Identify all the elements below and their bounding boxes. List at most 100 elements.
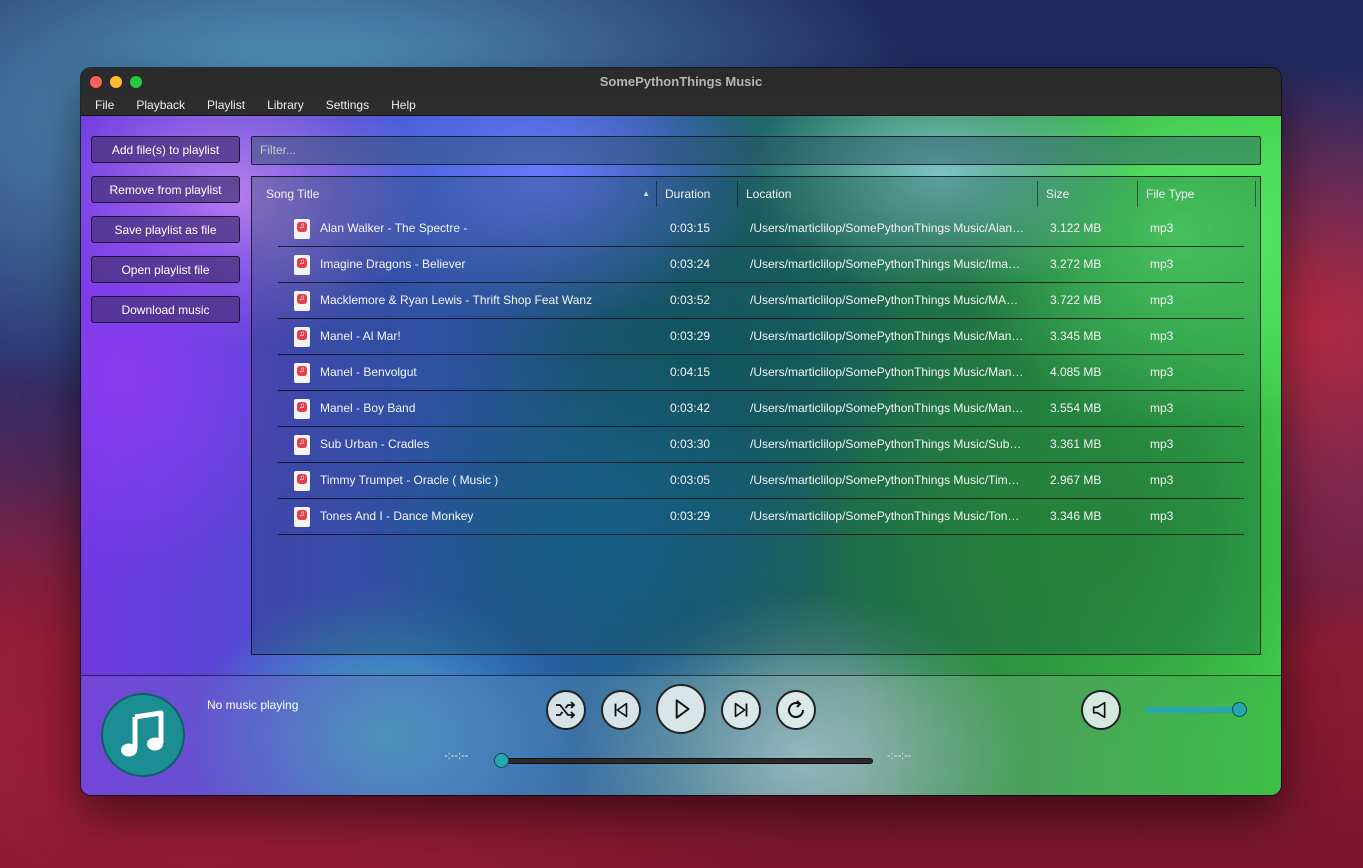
shuffle-button[interactable] [546,690,586,730]
volume-slider[interactable] [1145,702,1247,717]
column-duration[interactable]: Duration [657,181,738,207]
column-file-type[interactable]: File Type [1138,181,1256,207]
size-cell: 3.345 MB [1050,329,1102,343]
song-title-cell: Timmy Trumpet - Oracle ( Music ) [320,473,499,487]
song-title-cell: Alan Walker - The Spectre - [320,221,468,235]
location-cell: /Users/marticlilop/SomePythonThings Musi… [750,329,1024,343]
duration-cell: 0:03:42 [670,401,711,415]
repeat-button[interactable] [776,690,816,730]
save-playlist-button[interactable]: Save playlist as file [91,216,240,243]
shuffle-icon [556,701,576,719]
size-cell: 3.346 MB [1050,509,1102,523]
menu-library[interactable]: Library [267,96,304,115]
location-cell: /Users/marticlilop/SomePythonThings Musi… [750,365,1024,379]
title-bar[interactable]: SomePythonThings Music [81,68,1281,97]
size-cell: 3.272 MB [1050,257,1102,271]
table-row[interactable]: ♫ Timmy Trumpet - Oracle ( Music ) 0:03:05… [278,463,1244,499]
file-type-cell: mp3 [1150,257,1174,271]
table-row[interactable]: ♫ Alan Walker - The Spectre - 0:03:15/User… [278,211,1244,247]
mp3-file-icon: ♫ [294,507,310,527]
progress-slider[interactable] [494,753,873,768]
table-row[interactable]: ♫ Manel - Al Mar! 0:03:29/Users/marticlilo… [278,319,1244,355]
song-title-cell: Sub Urban - Cradles [320,437,430,451]
add-files-button[interactable]: Add file(s) to playlist [91,136,240,163]
music-note-icon [121,710,164,757]
column-label: Song Title [266,187,320,201]
song-title-cell: Macklemore & Ryan Lewis - Thrift Shop Fe… [320,293,593,307]
mp3-file-icon: ♫ [294,363,310,383]
location-cell: /Users/marticlilop/SomePythonThings Musi… [750,257,1021,271]
file-type-cell: mp3 [1150,437,1174,451]
column-location[interactable]: Location [738,181,1038,207]
mp3-file-icon: ♫ [294,291,310,311]
menu-bar: File Playback Playlist Library Settings … [81,96,1281,116]
open-playlist-button[interactable]: Open playlist file [91,256,240,283]
mp3-file-icon: ♫ [294,435,310,455]
file-type-cell: mp3 [1150,401,1174,415]
table-header: Song Title ▲ Duration Location Size File… [258,181,1256,207]
menu-settings[interactable]: Settings [326,96,369,115]
remove-from-playlist-button[interactable]: Remove from playlist [91,176,240,203]
filter-input[interactable]: Filter... [251,136,1261,165]
table-row[interactable]: ♫ Macklemore & Ryan Lewis - Thrift Shop F… [278,283,1244,319]
next-icon [734,702,748,718]
size-cell: 3.122 MB [1050,221,1102,235]
song-title-cell: Manel - Al Mar! [320,329,401,343]
size-cell: 3.722 MB [1050,293,1102,307]
mp3-file-icon: ♫ [294,255,310,275]
volume-icon [1092,701,1106,719]
mp3-file-icon: ♫ [294,399,310,419]
song-title-cell: Manel - Benvolgut [320,365,417,379]
file-type-cell: mp3 [1150,221,1174,235]
column-song-title[interactable]: Song Title ▲ [258,181,657,207]
download-music-button[interactable]: Download music [91,296,240,323]
elapsed-time: -:--:-- [444,750,469,762]
file-type-cell: mp3 [1150,473,1174,487]
size-cell: 3.361 MB [1050,437,1102,451]
duration-cell: 0:03:05 [670,473,711,487]
table-row[interactable]: ♫ Manel - Boy Band 0:03:42/Users/marticlil… [278,391,1244,427]
duration-cell: 0:03:24 [670,257,711,271]
duration-cell: 0:04:15 [670,365,711,379]
volume-handle[interactable] [1232,702,1247,717]
sort-ascending-icon: ▲ [642,189,650,198]
volume-button[interactable] [1081,690,1121,730]
table-row[interactable]: ♫ Sub Urban - Cradles 0:03:30/Users/martic… [278,427,1244,463]
song-title-cell: Tones And I - Dance Monkey [320,509,474,523]
table-row[interactable]: ♫ Imagine Dragons - Believer 0:03:24/Users… [278,247,1244,283]
window-title: SomePythonThings Music [599,74,763,89]
column-size[interactable]: Size [1038,181,1138,207]
playlist-table: Song Title ▲ Duration Location Size File… [251,176,1261,655]
file-type-cell: mp3 [1150,509,1174,523]
location-cell: /Users/marticlilop/SomePythonThings Musi… [750,473,1020,487]
repeat-icon [788,700,805,719]
duration-cell: 0:03:29 [670,329,711,343]
play-button[interactable] [656,684,706,734]
menu-playback[interactable]: Playback [136,96,185,115]
duration-cell: 0:03:52 [670,293,711,307]
progress-handle[interactable] [494,753,509,768]
menu-file[interactable]: File [95,96,114,115]
app-window: SomePythonThings Music File Playback Pla… [81,68,1281,795]
table-row[interactable]: ♫ Tones And I - Dance Monkey 0:03:29/Users… [278,499,1244,535]
mp3-file-icon: ♫ [294,327,310,347]
file-type-cell: mp3 [1150,293,1174,307]
location-cell: /Users/marticlilop/SomePythonThings Musi… [750,437,1022,451]
previous-icon [614,702,628,718]
table-row[interactable]: ♫ Manel - Benvolgut 0:04:15/Users/marticli… [278,355,1244,391]
next-button[interactable] [721,690,761,730]
mp3-file-icon: ♫ [294,219,310,239]
file-type-cell: mp3 [1150,329,1174,343]
duration-cell: 0:03:30 [670,437,711,451]
file-type-cell: mp3 [1150,365,1174,379]
previous-button[interactable] [601,690,641,730]
size-cell: 3.554 MB [1050,401,1102,415]
size-cell: 4.085 MB [1050,365,1102,379]
song-title-cell: Manel - Boy Band [320,401,416,415]
now-playing-label: No music playing [207,698,299,712]
location-cell: /Users/marticlilop/SomePythonThings Musi… [750,221,1025,235]
menu-playlist[interactable]: Playlist [207,96,245,115]
play-icon [675,699,690,719]
menu-help[interactable]: Help [391,96,416,115]
mp3-file-icon: ♫ [294,471,310,491]
